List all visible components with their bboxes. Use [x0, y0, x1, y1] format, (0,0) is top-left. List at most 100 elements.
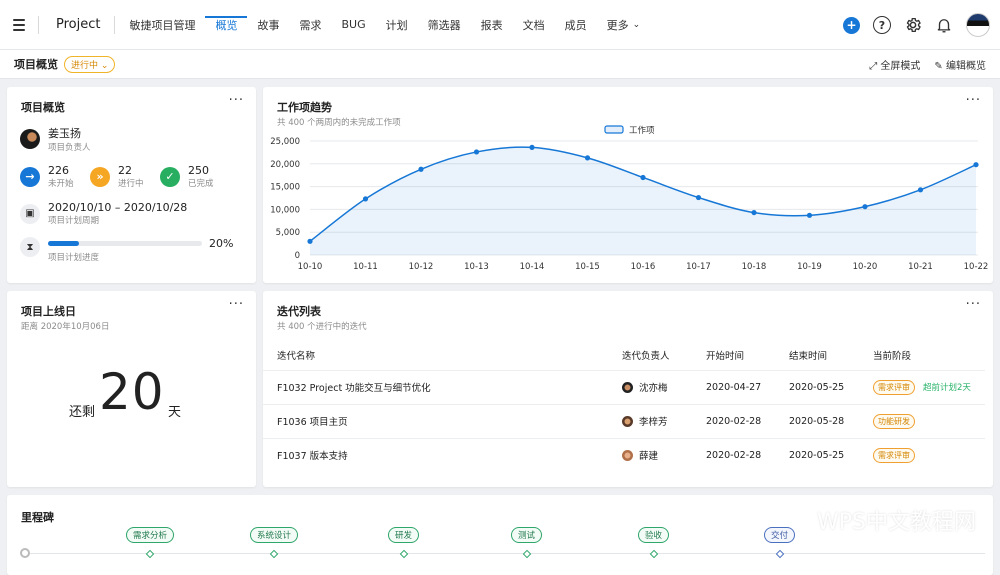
start-date: 2020-04-27: [692, 369, 775, 404]
status-text: 进行中: [71, 60, 99, 71]
x-tick-label: 10-18: [742, 262, 767, 272]
milestone-item[interactable]: 需求分析: [126, 527, 175, 559]
x-tick-label: 10-13: [464, 262, 489, 272]
progress-label: 项目计划进度: [48, 253, 100, 263]
period-label: 项目计划周期: [48, 216, 100, 226]
column-header: 迭代负责人: [622, 350, 670, 362]
product-title: Project: [56, 17, 101, 32]
watermark: WPS中文教程网: [817, 510, 976, 535]
trend-chart: 0 5,000 10,000 15,000 20,000 25,000 10-10 10-11…: [270, 125, 989, 272]
user-avatar[interactable]: [966, 13, 990, 37]
card-subtitle: 距离 2020年10月06日: [21, 322, 110, 332]
launch-day-card: 项目上线日 距离 2020年10月06日 ··· 还剩 20 天: [7, 291, 256, 487]
countdown-days: 20: [99, 363, 165, 421]
x-tick-label: 10-16: [631, 262, 656, 272]
progress-bar: [48, 241, 202, 246]
data-point: [529, 144, 535, 150]
edit-overview-label: 编辑概览: [946, 60, 986, 72]
more-options-icon[interactable]: ···: [229, 93, 244, 108]
x-tick-label: 10-19: [797, 262, 822, 272]
more-options-icon[interactable]: ···: [229, 297, 244, 312]
owner-role: 项目负责人: [48, 143, 91, 153]
pencil-icon: ✎: [934, 60, 943, 72]
hourglass-icon: ⧗: [20, 237, 40, 257]
bell-icon[interactable]: [935, 16, 953, 34]
data-point: [862, 204, 868, 210]
x-tick-label: 10-12: [409, 262, 434, 272]
milestone-label: 系统设计: [250, 527, 299, 543]
owner-avatar: [622, 415, 633, 427]
gear-icon[interactable]: [904, 16, 922, 34]
stat-label: 进行中: [118, 179, 144, 189]
milestone-item[interactable]: 测试: [511, 527, 543, 559]
arrow-right-icon: →: [20, 166, 40, 187]
y-tick-label: 15,000: [270, 183, 300, 193]
schedule-note: 超前计划2天: [923, 382, 971, 393]
milestone-item[interactable]: 交付: [764, 527, 796, 559]
stage-badge: 需求评审: [873, 447, 915, 463]
table-row[interactable]: F1032 Project 功能交互与细节优化 沈亦梅 2020-04-27 2…: [263, 369, 985, 404]
iteration-owner: 沈亦梅: [622, 380, 692, 394]
y-tick-label: 10,000: [270, 205, 300, 215]
stat-completed: ✓ 250 已完成: [160, 164, 214, 189]
x-tick-label: 10-10: [298, 262, 323, 272]
card-title: 项目概览: [21, 101, 65, 114]
tab-overview[interactable]: 概览: [205, 0, 248, 50]
iteration-name[interactable]: F1032 Project 功能交互与细节优化: [263, 369, 608, 404]
period-value: 2020/10/10 – 2020/10/28: [48, 201, 188, 214]
fullscreen-label: 全屏模式: [880, 60, 921, 72]
divider: [38, 15, 39, 34]
owner-name: 沈亦梅: [639, 383, 668, 394]
iteration-name[interactable]: F1036 项目主页: [263, 403, 608, 438]
calendar-icon: ▣: [20, 203, 40, 224]
more-options-icon[interactable]: ···: [966, 297, 981, 312]
card-title: 迭代列表: [277, 305, 321, 318]
chevron-down-icon: ⌄: [632, 19, 641, 30]
y-tick-label: 0: [295, 251, 300, 261]
owner-name: 姜玉扬: [48, 127, 81, 140]
owner-name: 薛建: [639, 451, 659, 463]
tab-bug[interactable]: BUG: [331, 0, 375, 50]
tab-members[interactable]: 成员: [555, 0, 597, 50]
tab-docs[interactable]: 文档: [513, 0, 555, 50]
double-arrow-icon: »: [90, 166, 110, 187]
milestone-item[interactable]: 验收: [638, 527, 670, 559]
legend-swatch: [604, 125, 624, 134]
stat-in-progress: » 22 进行中: [90, 164, 144, 189]
status-badge[interactable]: 进行中 ⌄: [64, 55, 116, 73]
milestone-diamond-icon: [522, 549, 531, 559]
tab-more[interactable]: 更多 ⌄: [597, 0, 651, 50]
tab-stories[interactable]: 故事: [247, 0, 289, 50]
stat-label: 未开始: [48, 179, 74, 189]
data-point: [751, 209, 757, 216]
owner-avatar: [622, 449, 633, 461]
stat-value: 22: [118, 164, 132, 177]
start-date: 2020-02-28: [692, 403, 775, 438]
tab-plan[interactable]: 计划: [376, 0, 418, 50]
check-icon: ✓: [160, 166, 180, 187]
stage-badge: 功能研发: [873, 413, 915, 429]
tab-agile-project[interactable]: 敏捷项目管理: [115, 0, 205, 50]
table-row[interactable]: F1037 版本支持 薛建 2020-02-28 2020-05-25 需求评审: [263, 437, 985, 472]
page-title: 项目概览: [14, 58, 58, 71]
card-title: 里程碑: [21, 511, 54, 524]
table-header-row: 迭代名称 迭代负责人 开始时间 结束时间 当前阶段: [263, 340, 985, 370]
tab-filters[interactable]: 筛选器: [418, 0, 471, 50]
x-tick-label: 10-22: [964, 262, 989, 272]
tab-reports[interactable]: 报表: [471, 0, 513, 50]
owner-avatar: [20, 129, 40, 149]
fullscreen-button[interactable]: ⤢ 全屏模式: [869, 57, 920, 72]
data-point: [362, 196, 369, 202]
table-row[interactable]: F1036 项目主页 李梓芳 2020-02-28 2020-05-28 功能研…: [263, 403, 985, 438]
iteration-owner: 薛建: [622, 448, 692, 462]
help-icon[interactable]: ?: [873, 16, 891, 34]
edit-overview-button[interactable]: ✎ 编辑概览: [934, 57, 986, 72]
menu-icon[interactable]: [13, 18, 25, 31]
tab-requirements[interactable]: 需求: [289, 0, 331, 50]
add-icon[interactable]: +: [843, 16, 860, 34]
period-row: ▣ 2020/10/10 – 2020/10/28 项目计划周期: [20, 201, 187, 226]
milestone-diamond-icon: [269, 549, 279, 559]
iteration-name[interactable]: F1037 版本支持: [263, 437, 608, 472]
milestone-item[interactable]: 研发: [388, 527, 420, 559]
milestone-item[interactable]: 系统设计: [250, 527, 299, 559]
